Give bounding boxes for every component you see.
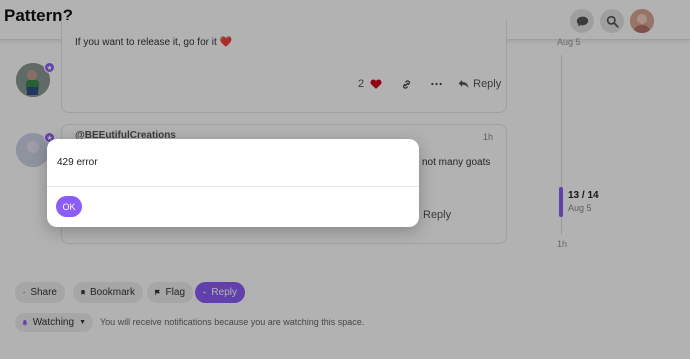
error-dialog: 429 error OK [47, 139, 419, 227]
error-message: 429 error [57, 157, 98, 168]
ok-button[interactable]: OK [56, 196, 82, 217]
